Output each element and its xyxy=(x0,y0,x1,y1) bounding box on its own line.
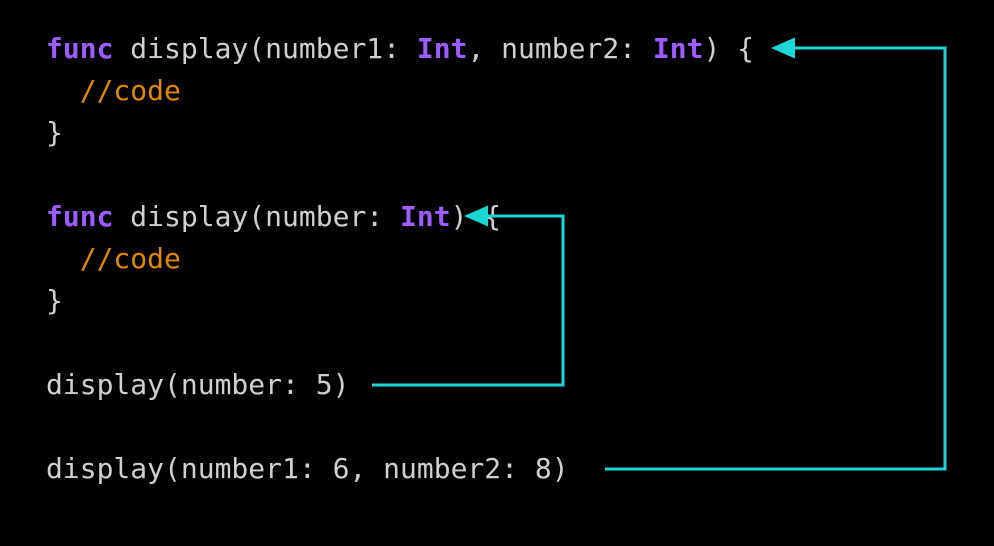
code-text: display(number: xyxy=(113,200,400,233)
type-int: Int xyxy=(417,32,468,65)
code-block: func display(number1: Int, number2: Int)… xyxy=(46,28,754,490)
code-line-7: } xyxy=(46,280,754,322)
code-text: display(number1: xyxy=(113,32,416,65)
brace: } xyxy=(46,116,63,149)
comment: //code xyxy=(46,242,181,275)
code-line-blank xyxy=(46,322,754,364)
code-line-1: func display(number1: Int, number2: Int)… xyxy=(46,28,754,70)
code-line-11: display(number1: 6, number2: 8) xyxy=(46,448,754,490)
code-line-6: //code xyxy=(46,238,754,280)
function-call: display(number: 5) xyxy=(46,368,349,401)
type-int: Int xyxy=(400,200,451,233)
comment: //code xyxy=(46,74,181,107)
code-line-3: } xyxy=(46,112,754,154)
code-line-9: display(number: 5) xyxy=(46,364,754,406)
code-line-blank xyxy=(46,154,754,196)
code-text: ) { xyxy=(703,32,754,65)
code-text: ) { xyxy=(451,200,502,233)
code-line-2: //code xyxy=(46,70,754,112)
brace: } xyxy=(46,284,63,317)
code-line-blank xyxy=(46,406,754,448)
code-text: , number2: xyxy=(467,32,652,65)
keyword-func: func xyxy=(46,32,113,65)
function-call: display(number1: 6, number2: 8) xyxy=(46,452,569,485)
keyword-func: func xyxy=(46,200,113,233)
code-line-5: func display(number: Int) { xyxy=(46,196,754,238)
type-int: Int xyxy=(653,32,704,65)
